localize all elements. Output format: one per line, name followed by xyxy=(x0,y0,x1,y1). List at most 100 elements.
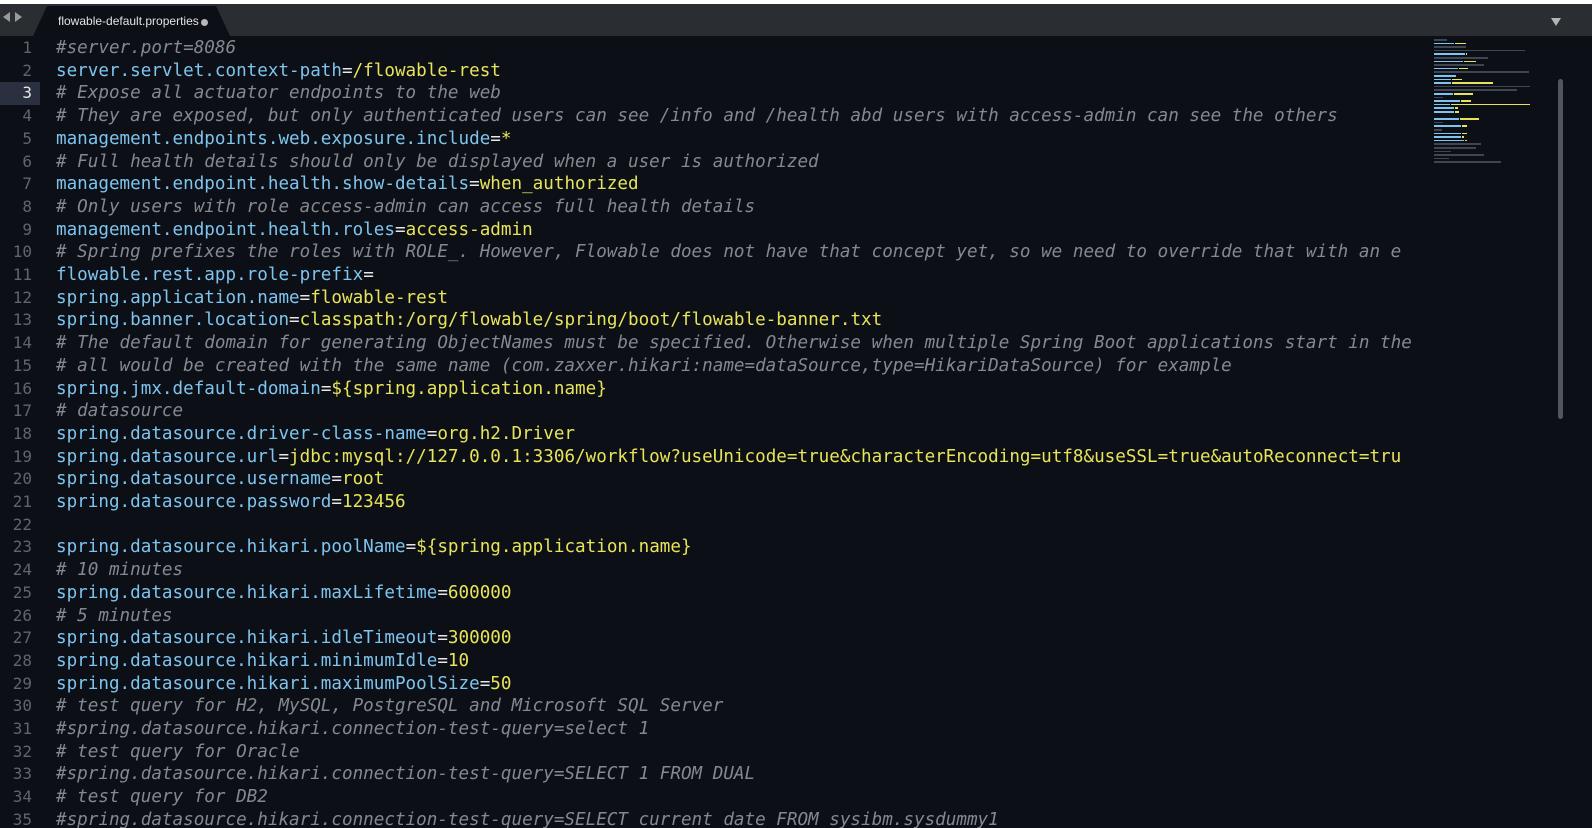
code-line[interactable]: # 5 minutes xyxy=(56,605,173,628)
comment-text: # datasource xyxy=(56,401,184,422)
comment-text: #spring.datasource.hikari.connection-tes… xyxy=(56,809,999,828)
equals-sign: = xyxy=(342,60,353,81)
property-key: spring.datasource.password xyxy=(56,492,332,512)
equals-sign: = xyxy=(437,628,448,649)
code-line[interactable]: spring.datasource.url=jdbc:mysql://127.0… xyxy=(56,446,1401,469)
property-key: spring.banner.location xyxy=(56,310,290,331)
property-value: 600000 xyxy=(447,582,512,603)
minimap-line xyxy=(1434,150,1452,153)
line-number: 7 xyxy=(22,174,32,194)
minimap-line xyxy=(1451,82,1493,84)
minimap-line xyxy=(1434,49,1525,52)
code-line[interactable]: #server.port=8086 xyxy=(56,37,236,60)
line-number: 20 xyxy=(12,469,32,489)
minimap-line xyxy=(1462,125,1467,127)
line-number: 5 xyxy=(22,128,32,148)
property-value: when_authorized xyxy=(479,174,639,195)
code-editor[interactable]: 1 2 3 4 5 6 7 8 9 10 11 12 13 14 15 16 17 18 19 20 21 22 23 24 2… xyxy=(0,37,1592,828)
chevron-down-icon[interactable] xyxy=(1551,18,1561,26)
vertical-scrollbar[interactable] xyxy=(1558,79,1563,419)
code-line[interactable]: spring.application.name=flowable-rest xyxy=(56,287,448,310)
code-line[interactable]: flowable.rest.app.role-prefix= xyxy=(56,264,374,287)
equals-sign: = xyxy=(426,423,438,444)
arrow-right-icon[interactable] xyxy=(15,12,22,22)
line-number: 32 xyxy=(12,741,32,761)
minimap-line xyxy=(1464,60,1476,63)
code-line[interactable]: # test query for H2, MySQL, PostgreSQL a… xyxy=(56,695,723,718)
code-line[interactable]: management.endpoint.health.show-details=… xyxy=(56,173,639,196)
equals-sign: = xyxy=(469,174,480,195)
unsaved-dot-icon[interactable] xyxy=(201,19,208,26)
code-line[interactable]: server.servlet.context-path=/flowable-re… xyxy=(56,60,501,83)
code-line[interactable]: # test query for Oracle xyxy=(56,741,300,764)
code-line[interactable]: # The default domain for generating Obje… xyxy=(56,332,1412,355)
minimap-line xyxy=(1434,67,1458,70)
tab-title: flowable-default.properties xyxy=(58,14,199,28)
code-line[interactable]: management.endpoint.health.roles=access-… xyxy=(56,219,533,242)
property-value: 10 xyxy=(447,650,470,671)
code-line[interactable]: # Full health details should only be dis… xyxy=(56,151,819,174)
minimap-line xyxy=(1450,103,1530,106)
code-line[interactable]: spring.datasource.hikari.maximumPoolSize… xyxy=(56,673,511,696)
code-line[interactable]: spring.datasource.hikari.poolName=${spri… xyxy=(56,536,692,559)
comment-text: # test query for DB2 xyxy=(56,787,268,808)
code-line[interactable]: # all would be created with the same nam… xyxy=(56,355,1232,378)
line-number: 28 xyxy=(12,650,32,670)
property-key: spring.datasource.driver-class-name xyxy=(56,423,427,444)
code-line[interactable]: #spring.datasource.hikari.connection-tes… xyxy=(56,763,755,786)
minimap-line xyxy=(1462,136,1464,138)
code-line[interactable]: spring.datasource.driver-class-name=org.… xyxy=(56,423,575,446)
property-value: org.h2.Driver xyxy=(437,423,576,444)
minimap-line xyxy=(1434,75,1456,77)
property-key: server.servlet.context-path xyxy=(56,60,342,81)
line-number: 17 xyxy=(12,401,32,421)
code-line[interactable]: # Spring prefixes the roles with ROLE_. … xyxy=(56,241,1401,264)
equals-sign: = xyxy=(394,219,406,240)
code-line[interactable]: # They are exposed, but only authenticat… xyxy=(56,105,1338,128)
code-line[interactable]: spring.banner.location=classpath:/org/fl… xyxy=(56,309,882,332)
code-line[interactable]: # Expose all actuator endpoints to the w… xyxy=(56,82,501,105)
property-key: spring.datasource.url xyxy=(56,446,279,467)
code-line[interactable]: # datasource xyxy=(56,400,183,423)
tab-flowable-default-properties[interactable]: flowable-default.properties xyxy=(33,6,230,36)
code-area[interactable]: #server.port=8086 server.servlet.context-… xyxy=(56,37,1436,828)
comment-text: #server.port=8086 xyxy=(56,38,237,58)
comment-text: # Only users with role access-admin can … xyxy=(56,196,756,217)
code-line[interactable]: spring.datasource.username=root xyxy=(56,468,384,491)
equals-sign: = xyxy=(289,310,300,331)
minimap-line xyxy=(1434,93,1453,95)
property-value: 300000 xyxy=(447,628,512,649)
property-value: root xyxy=(342,469,385,490)
code-line[interactable]: #spring.datasource.hikari.connection-tes… xyxy=(56,809,999,828)
code-line[interactable]: spring.jmx.default-domain=${spring.appli… xyxy=(56,378,607,401)
minimap[interactable] xyxy=(1432,37,1556,177)
code-line[interactable]: spring.datasource.hikari.maxLifetime=600… xyxy=(56,582,511,605)
line-number: 33 xyxy=(12,764,32,784)
property-key: spring.datasource.hikari.maximumPoolSize xyxy=(56,673,480,694)
code-line[interactable]: #spring.datasource.hikari.connection-tes… xyxy=(56,718,649,741)
arrow-left-icon[interactable] xyxy=(3,12,10,22)
code-line[interactable]: spring.datasource.password=123456 xyxy=(56,491,406,514)
property-value: access-admin xyxy=(405,219,533,240)
property-value: /flowable-rest xyxy=(352,60,501,81)
equals-sign: = xyxy=(405,537,417,558)
code-line[interactable]: # test query for DB2 xyxy=(56,786,268,809)
code-line[interactable]: # 10 minutes xyxy=(56,559,183,582)
equals-sign: = xyxy=(278,446,290,467)
property-key: spring.datasource.hikari.poolName xyxy=(56,537,406,558)
minimap-line xyxy=(1434,96,1443,99)
equals-sign: = xyxy=(437,582,448,603)
line-number: 35 xyxy=(12,809,32,828)
code-line[interactable]: spring.datasource.hikari.idleTimeout=300… xyxy=(56,627,511,650)
minimap-line xyxy=(1434,129,1443,131)
line-number: 31 xyxy=(12,719,32,738)
equals-sign: = xyxy=(299,287,311,308)
minimap-line xyxy=(1459,67,1468,70)
code-line[interactable]: spring.datasource.hikari.minimumIdle=10 xyxy=(56,650,469,673)
code-line[interactable]: # Only users with role access-admin can … xyxy=(56,196,755,219)
property-value: 50 xyxy=(490,673,512,694)
comment-text: #spring.datasource.hikari.connection-tes… xyxy=(56,764,756,785)
property-key: spring.datasource.hikari.idleTimeout xyxy=(56,628,438,649)
comment-text: # Full health details should only be dis… xyxy=(56,151,819,172)
code-line[interactable]: management.endpoints.web.exposure.includ… xyxy=(56,128,511,151)
